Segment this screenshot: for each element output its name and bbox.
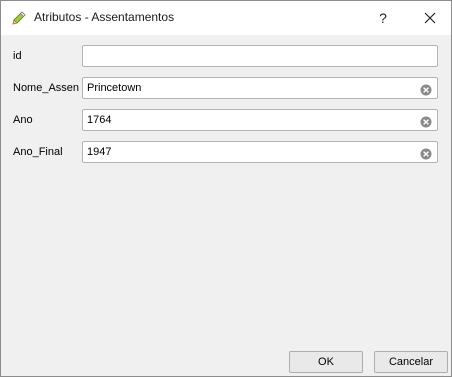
attribute-dialog: Atributos - Assentamentos ? id Nome_Asse… [0,0,452,377]
clear-icon[interactable] [420,115,432,128]
cancel-button[interactable]: Cancelar [374,351,448,373]
field-label-nome-assen: Nome_Assen [13,82,79,94]
field-row-id: id [1,45,451,69]
clear-icon[interactable] [420,147,432,160]
close-button[interactable] [409,1,451,35]
nome-assen-field[interactable] [82,77,438,99]
field-label-ano: Ano [13,114,33,126]
ok-button[interactable]: OK [289,351,363,373]
help-button[interactable]: ? [365,1,401,35]
field-row-nome-assen: Nome_Assen [1,77,451,101]
field-row-ano: Ano [1,109,451,133]
window-title: Atributos - Assentamentos [34,10,175,24]
field-label-id: id [13,50,22,62]
ano-final-field[interactable] [82,141,438,163]
id-field[interactable] [82,45,438,67]
close-icon [424,12,436,24]
ano-field[interactable] [82,109,438,131]
clear-icon[interactable] [420,83,432,96]
field-row-ano-final: Ano_Final [1,141,451,165]
edit-pencil-icon [11,10,27,26]
title-bar: Atributos - Assentamentos ? [1,1,451,35]
field-label-ano-final: Ano_Final [13,146,63,158]
